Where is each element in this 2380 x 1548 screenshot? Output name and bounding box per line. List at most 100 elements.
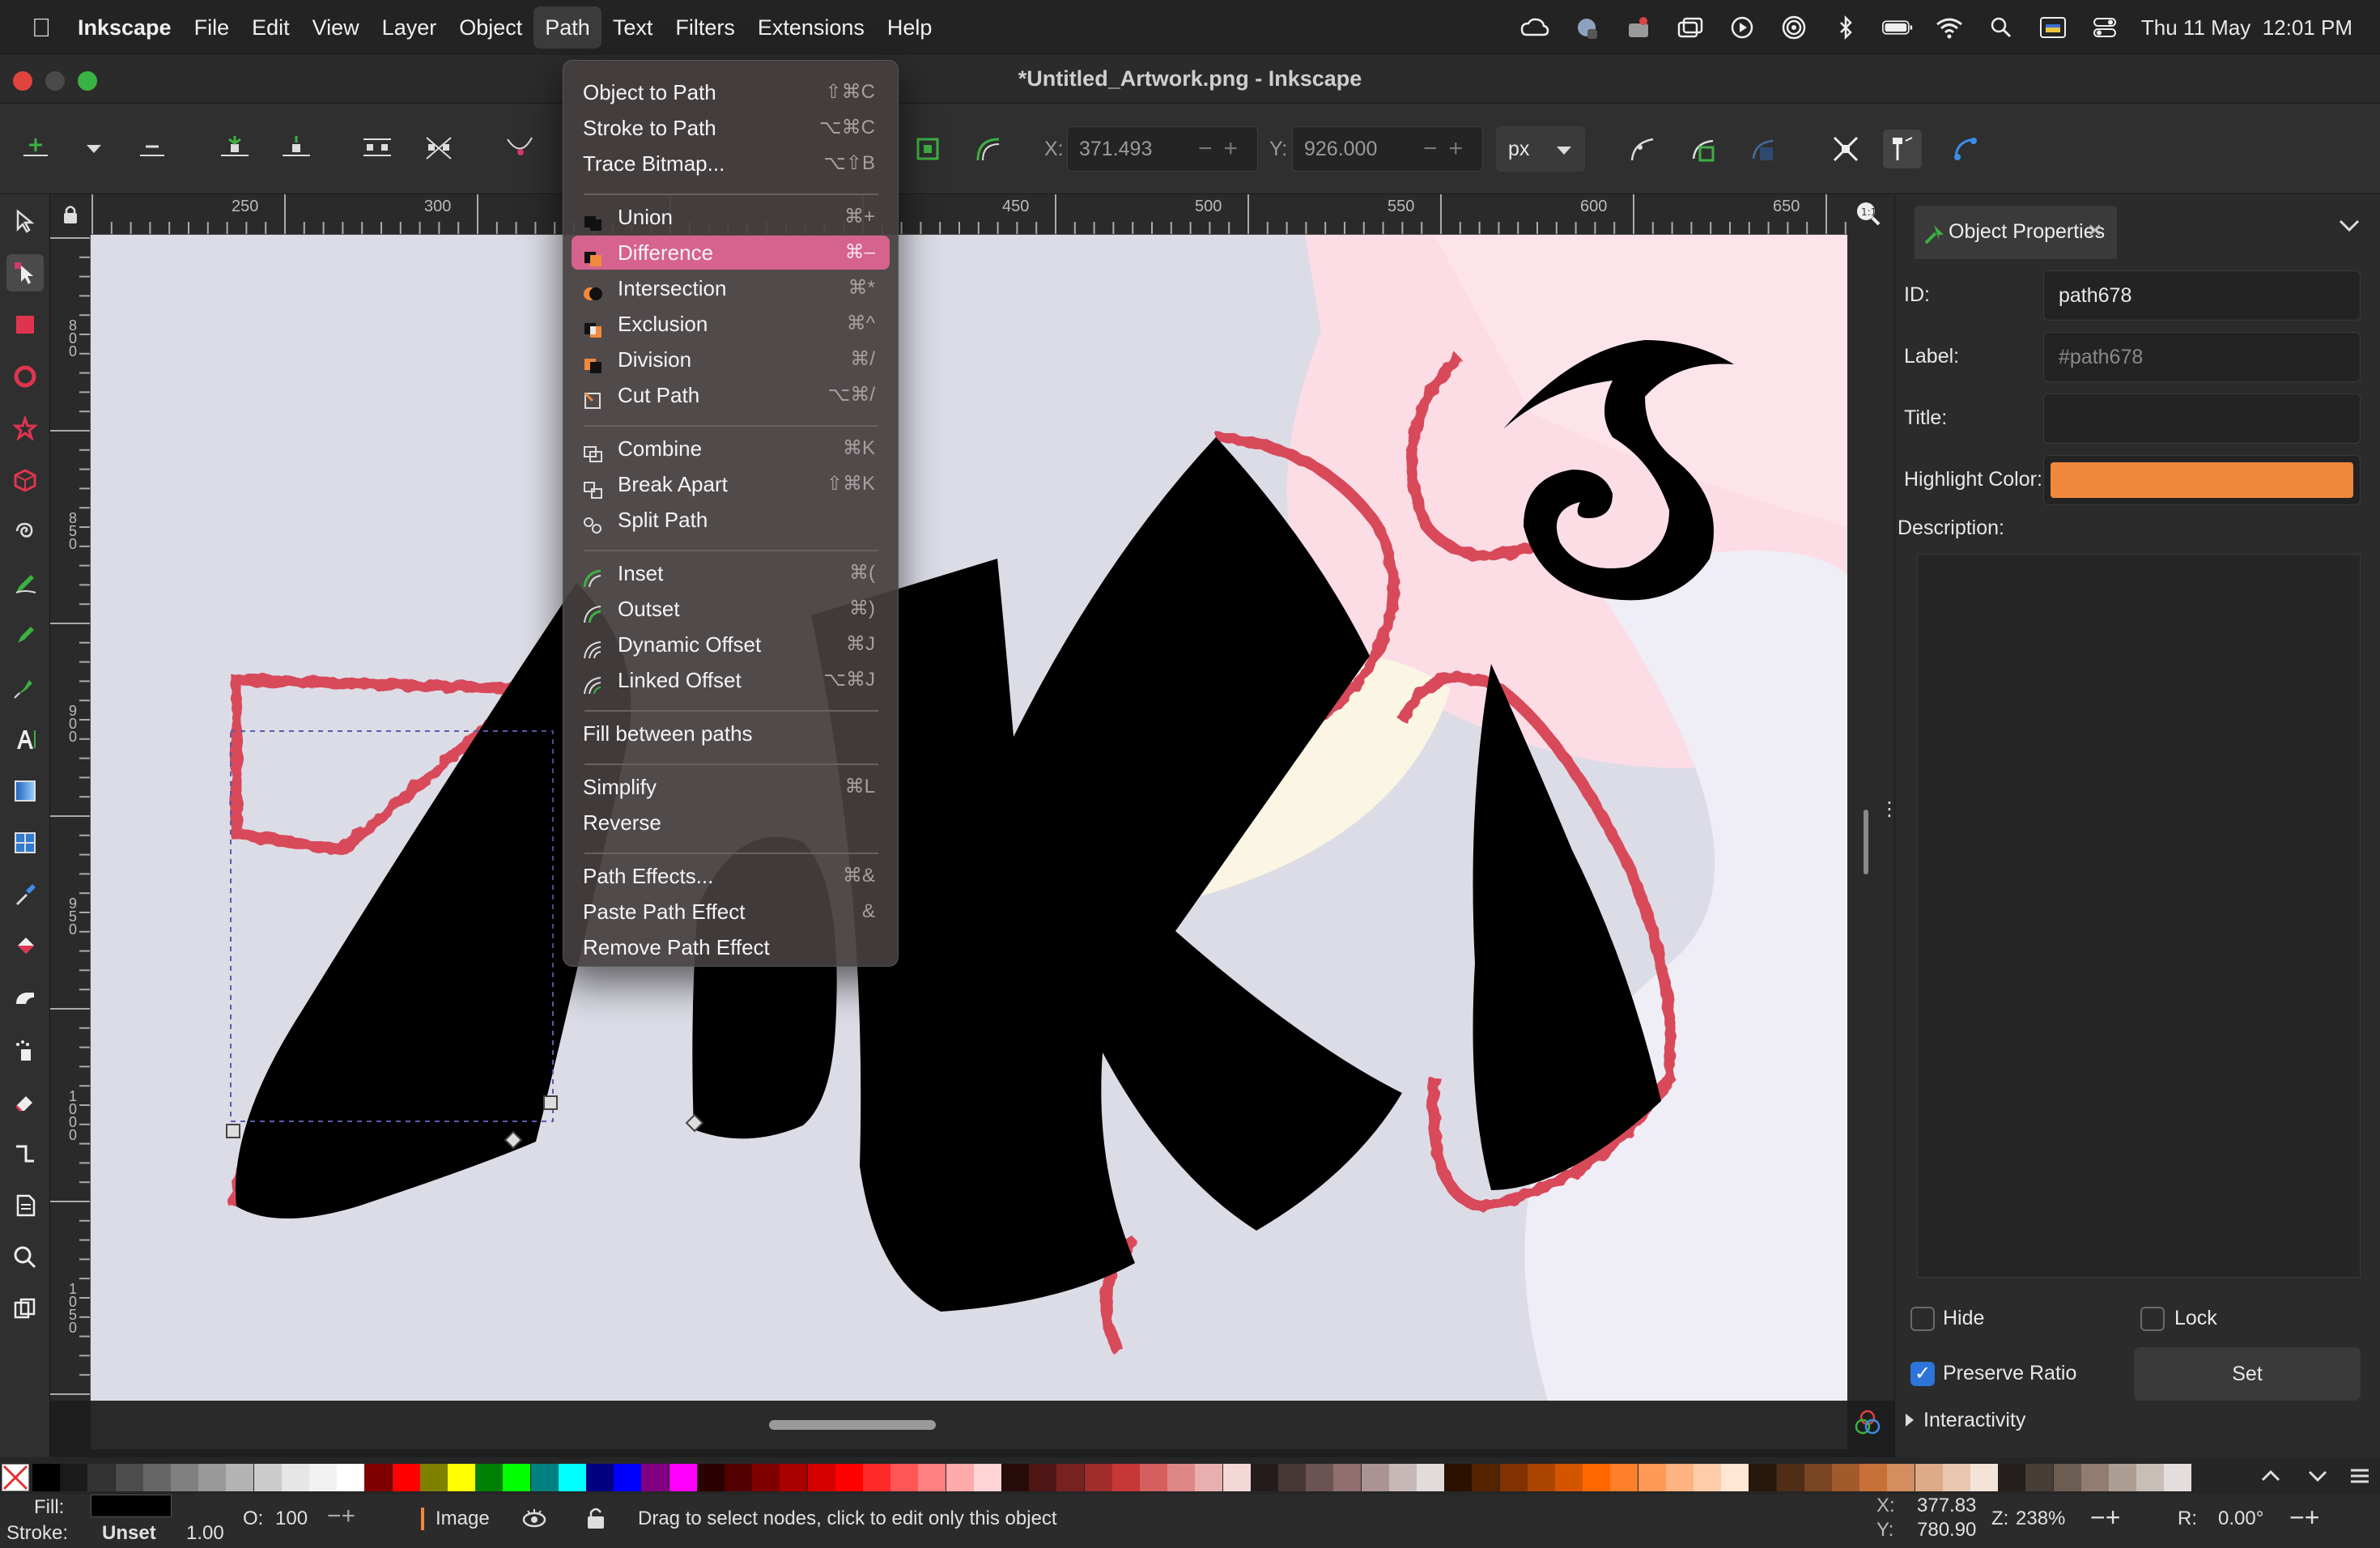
zoom-tool-icon[interactable]	[6, 1239, 44, 1276]
interactivity-expander[interactable]: Interactivity	[1923, 1409, 2025, 1432]
menu-item-linked-offset[interactable]: Linked Offset ⌥⌘J	[572, 663, 890, 697]
palette-swatch[interactable]	[2164, 1464, 2192, 1491]
drawing-canvas[interactable]	[91, 235, 1847, 1401]
palette-swatch[interactable]	[807, 1464, 835, 1491]
palette-swatch[interactable]	[1388, 1464, 1417, 1491]
menu-item-union[interactable]: Union ⌘+	[572, 200, 890, 234]
node-cusp-icon[interactable]	[500, 130, 539, 168]
palette-swatch[interactable]	[1721, 1464, 1749, 1491]
menu-file[interactable]: File	[183, 6, 241, 49]
palette-swatch[interactable]	[752, 1464, 780, 1491]
palette-swatch[interactable]	[2080, 1464, 2109, 1491]
description-textarea[interactable]	[1917, 554, 2361, 1278]
palette-scroll-down-icon[interactable]	[2306, 1464, 2330, 1492]
palette-swatch[interactable]	[1970, 1464, 1998, 1491]
menu-item-reverse[interactable]: Reverse	[572, 806, 890, 840]
spiral-tool-icon[interactable]	[6, 513, 44, 551]
rotation-stepper-icon[interactable]: −+	[2289, 1503, 2319, 1533]
menu-item-paste-path-effect[interactable]: Paste Path Effect &	[572, 895, 890, 929]
wifi-icon[interactable]	[1934, 15, 1965, 40]
palette-swatch[interactable]	[1472, 1464, 1500, 1491]
palette-swatch[interactable]	[1278, 1464, 1306, 1491]
gradient-tool-icon[interactable]	[6, 772, 44, 810]
preserve-ratio-checkbox[interactable]: ✓	[1910, 1362, 1935, 1386]
eraser-tool-icon[interactable]	[6, 1083, 44, 1121]
palette-swatch[interactable]	[1832, 1464, 1859, 1491]
menu-item-object-to-path[interactable]: Object to Path ⇧⌘C	[572, 75, 890, 109]
paint-bucket-tool-icon[interactable]	[6, 928, 44, 965]
palette-swatch[interactable]	[1610, 1464, 1638, 1491]
battery-icon[interactable]	[1881, 15, 1913, 40]
text-tool-icon[interactable]	[6, 721, 44, 758]
palette-swatch[interactable]	[364, 1464, 393, 1491]
menu-view[interactable]: View	[301, 6, 371, 49]
app-status-icon[interactable]	[1571, 15, 1602, 40]
palette-swatch[interactable]	[530, 1464, 559, 1491]
palette-swatch[interactable]	[1915, 1464, 1943, 1491]
unit-select[interactable]: px	[1496, 126, 1585, 172]
node-tool-icon[interactable]	[6, 254, 44, 291]
palette-menu-icon[interactable]	[2348, 1464, 2372, 1492]
menu-item-trace-bitmap[interactable]: Trace Bitmap... ⌥⇧B	[572, 147, 890, 181]
palette-swatch[interactable]	[337, 1464, 365, 1491]
palette-swatch[interactable]	[1333, 1464, 1362, 1491]
connector-tool-icon[interactable]	[6, 1135, 44, 1172]
palette-swatch[interactable]	[142, 1464, 171, 1491]
3d-box-tool-icon[interactable]	[6, 461, 44, 499]
palette-swatch[interactable]	[281, 1464, 309, 1491]
delete-segment-icon[interactable]	[419, 130, 458, 168]
spray-tool-icon[interactable]	[6, 1031, 44, 1069]
y-coordinate-input[interactable]: 926.000 −+	[1292, 126, 1483, 172]
palette-swatch[interactable]	[1417, 1464, 1444, 1491]
show-bbox-icon[interactable]	[908, 130, 947, 168]
menu-item-path-effects[interactable]: Path Effects... ⌘&	[572, 859, 890, 893]
pages-tool-icon[interactable]	[6, 1187, 44, 1224]
ellipse-tool-icon[interactable]	[6, 358, 44, 395]
palette-swatch[interactable]	[253, 1464, 282, 1491]
menu-path[interactable]: Path	[533, 6, 601, 49]
layer-visibility-icon[interactable]	[521, 1506, 547, 1536]
palette-swatch[interactable]	[1942, 1464, 1970, 1491]
palette-swatch[interactable]	[669, 1464, 697, 1491]
zoom-stepper-icon[interactable]: −+	[2090, 1503, 2120, 1533]
selector-tool-icon[interactable]	[6, 202, 44, 240]
airdrop-icon[interactable]	[1779, 15, 1809, 40]
palette-swatch[interactable]	[503, 1464, 531, 1491]
highlight-color-button[interactable]	[2043, 455, 2361, 505]
zoom-correction-icon[interactable]: 1:1	[1854, 199, 1881, 231]
menu-filters[interactable]: Filters	[664, 6, 746, 49]
palette-swatch[interactable]	[725, 1464, 752, 1491]
palette-swatch[interactable]	[1056, 1464, 1085, 1491]
menu-item-intersection[interactable]: Intersection ⌘*	[572, 271, 890, 305]
palette-swatch[interactable]	[309, 1464, 337, 1491]
creative-cloud-icon[interactable]	[1519, 15, 1550, 40]
dropper-tool-icon[interactable]	[6, 876, 44, 913]
vertical-scrollbar-thumb[interactable]	[1864, 810, 1868, 874]
palette-swatch[interactable]	[1084, 1464, 1112, 1491]
palette-swatch[interactable]	[448, 1464, 475, 1491]
palette-swatch[interactable]	[1222, 1464, 1251, 1491]
palette-swatch[interactable]	[1306, 1464, 1334, 1491]
control-center-icon[interactable]	[2089, 15, 2120, 40]
menu-item-break-apart[interactable]: Break Apart ⇧⌘K	[572, 467, 890, 501]
star-tool-icon[interactable]	[6, 410, 44, 447]
menu-item-difference[interactable]: Difference ⌘–	[572, 236, 890, 270]
menu-help[interactable]: Help	[876, 6, 944, 49]
stroke-width[interactable]: 1.00	[186, 1522, 224, 1545]
hide-checkbox[interactable]	[1910, 1307, 1935, 1331]
palette-swatch[interactable]	[696, 1464, 725, 1491]
palette-swatch[interactable]	[918, 1464, 946, 1491]
palette-swatch[interactable]	[780, 1464, 808, 1491]
palette-swatch[interactable]	[1167, 1464, 1196, 1491]
delete-node-icon[interactable]	[133, 130, 172, 168]
horizontal-scrollbar-thumb[interactable]	[769, 1420, 936, 1430]
lock-checkbox[interactable]	[2140, 1307, 2165, 1331]
horizontal-scrollbar[interactable]	[91, 1401, 1847, 1449]
set-button[interactable]: Set	[2134, 1347, 2361, 1401]
palette-swatch[interactable]	[1001, 1464, 1029, 1491]
opacity-value[interactable]: 100	[275, 1508, 308, 1530]
palette-swatch[interactable]	[171, 1464, 198, 1491]
join-nodes-icon[interactable]	[215, 130, 254, 168]
palette-swatch[interactable]	[1583, 1464, 1611, 1491]
y-stepper-icon[interactable]: −+	[1423, 127, 1474, 171]
